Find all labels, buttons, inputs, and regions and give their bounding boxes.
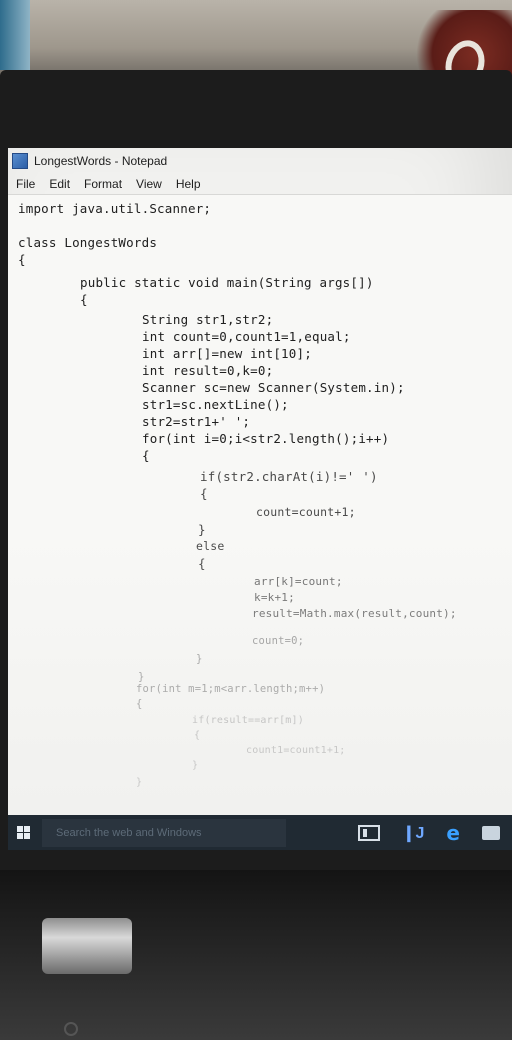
- laptop-screen: LongestWords - Notepad File Edit Format …: [8, 148, 512, 850]
- code-line: else: [196, 539, 225, 553]
- task-view-icon[interactable]: [358, 824, 381, 841]
- code-line: String str1,str2;: [142, 312, 274, 327]
- code-line: import java.util.Scanner;: [18, 201, 212, 216]
- code-line: int arr[]=new int[10];: [142, 346, 312, 361]
- code-line: {: [198, 556, 206, 571]
- search-placeholder: Search the web and Windows: [56, 826, 202, 839]
- code-line: }: [138, 671, 145, 683]
- windows-taskbar: Search the web and Windows ❙J e: [8, 815, 512, 850]
- code-line: if(result==arr[m]): [192, 715, 304, 726]
- code-line: }: [192, 760, 199, 771]
- window-title: LongestWords - Notepad: [34, 154, 168, 168]
- taskbar-search-box[interactable]: Search the web and Windows: [42, 818, 286, 847]
- edge-browser-icon[interactable]: e: [446, 821, 460, 845]
- file-explorer-icon[interactable]: [482, 825, 500, 840]
- code-line: int count=0,count1=1,equal;: [142, 329, 351, 344]
- menu-format[interactable]: Format: [84, 177, 122, 191]
- code-line: {: [18, 252, 26, 267]
- code-line: class LongestWords: [18, 235, 158, 250]
- code-line: for(int m=1;m<arr.length;m++): [136, 683, 326, 695]
- code-line: {: [80, 292, 88, 307]
- start-button[interactable]: [8, 815, 38, 850]
- notepad-titlebar: LongestWords - Notepad: [8, 148, 512, 174]
- menu-file[interactable]: File: [16, 177, 35, 191]
- background-wall: [0, 0, 512, 93]
- code-line: count=count+1;: [256, 505, 356, 519]
- wall-poster: [0, 0, 30, 70]
- text-editor-area[interactable]: import java.util.Scanner; class LongestW…: [8, 195, 512, 815]
- code-line: {: [194, 730, 201, 741]
- code-line: {: [136, 698, 143, 710]
- menu-help[interactable]: Help: [176, 177, 201, 191]
- code-line: {: [142, 448, 150, 463]
- menu-bar: File Edit Format View Help: [8, 174, 512, 195]
- code-line: result=Math.max(result,count);: [252, 607, 457, 620]
- windows-start-icon: [16, 826, 30, 839]
- code-line: {: [200, 486, 208, 501]
- code-line: count=0;: [252, 635, 305, 647]
- code-line: }: [136, 777, 143, 788]
- code-line: for(int i=0;i<str2.length();i++): [142, 431, 390, 446]
- code-line: count1=count1+1;: [246, 745, 346, 756]
- code-line: public static void main(String args[]): [80, 275, 374, 290]
- store-app-icon[interactable]: ❙J: [402, 823, 424, 843]
- code-line: k=k+1;: [254, 591, 295, 604]
- code-line: if(str2.charAt(i)!=' '): [200, 469, 378, 484]
- menu-edit[interactable]: Edit: [49, 177, 70, 191]
- code-line: str1=sc.nextLine();: [142, 397, 289, 412]
- menu-view[interactable]: View: [136, 177, 162, 191]
- code-line: arr[k]=count;: [254, 575, 343, 588]
- laptop-hinge: [42, 918, 132, 974]
- notepad-app-icon: [12, 153, 28, 169]
- code-line: Scanner sc=new Scanner(System.in);: [142, 380, 405, 395]
- power-icon: [64, 1022, 78, 1036]
- code-line: str2=str1+' ';: [142, 414, 251, 429]
- code-line: }: [196, 653, 203, 665]
- taskbar-pinned-apps: ❙J e: [358, 821, 512, 845]
- code-line: int result=0,k=0;: [142, 363, 274, 378]
- code-line: }: [198, 522, 206, 537]
